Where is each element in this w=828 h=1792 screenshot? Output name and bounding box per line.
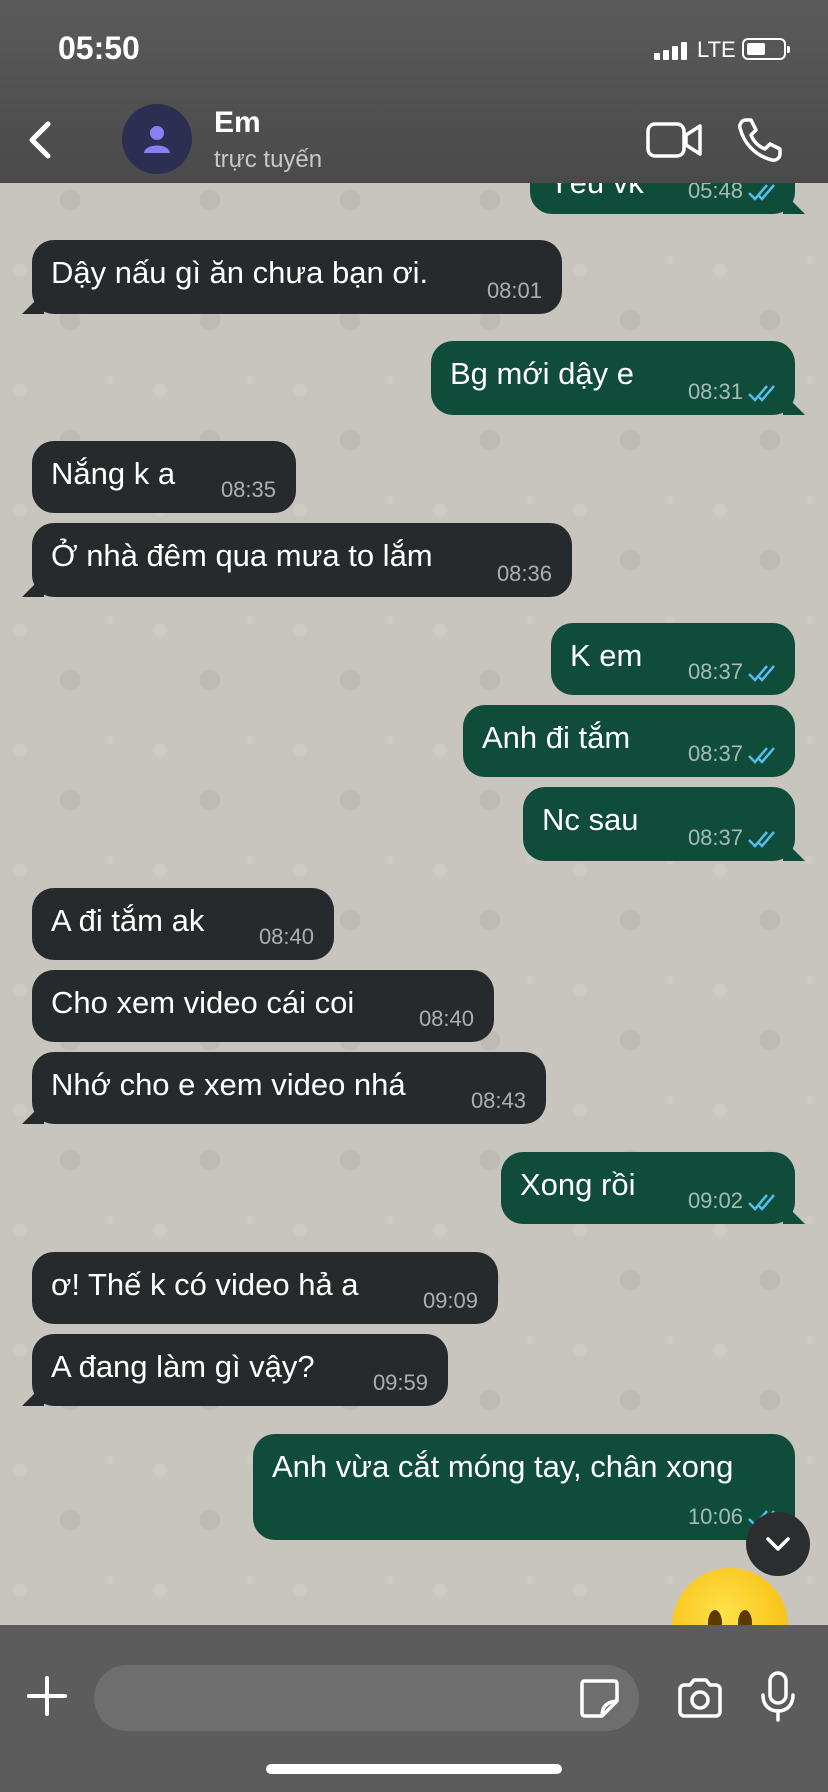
message-time: 08:37	[687, 659, 743, 684]
message-outgoing[interactable]: Bg mới dậy e 08:31	[431, 341, 805, 415]
message-incoming[interactable]: Nắng k a 08:35	[32, 441, 296, 513]
battery-icon	[742, 38, 790, 60]
chat-header: 05:50 LTE Em trực tuyến	[0, 0, 828, 183]
sticker-button[interactable]	[578, 1677, 620, 1719]
phone-icon	[738, 118, 782, 162]
back-button[interactable]	[22, 116, 62, 164]
message-incoming[interactable]: Cho xem video cái coi 08:40	[32, 970, 494, 1042]
message-text: Nhớ cho e xem video nhá	[51, 1067, 406, 1102]
message-incoming[interactable]: Dậy nấu gì ăn chưa bạn ơi. 08:01	[22, 240, 562, 314]
message-time: 08:36	[496, 561, 552, 586]
message-text: Nc sau	[542, 802, 639, 837]
status-time: 05:50	[58, 30, 140, 66]
double-check-icon	[748, 747, 775, 764]
message-text: ơ! Thế k có video hả a	[51, 1267, 359, 1302]
message-time: 08:37	[687, 825, 743, 850]
person-icon	[144, 126, 170, 153]
message-incoming[interactable]: ơ! Thế k có video hả a 09:09	[32, 1252, 498, 1324]
message-input[interactable]	[94, 1665, 639, 1731]
message-text: A đang làm gì vậy?	[51, 1349, 315, 1384]
camera-button[interactable]	[676, 1677, 724, 1719]
network-type: LTE	[697, 37, 736, 62]
composer-bar	[0, 1625, 828, 1792]
message-text: Anh vừa cắt móng tay, chân xong	[272, 1449, 734, 1484]
message-time: 09:09	[422, 1288, 478, 1313]
video-camera-icon	[646, 122, 702, 158]
message-time: 08:40	[258, 924, 314, 949]
message-text: Bg mới dậy e	[450, 356, 635, 391]
message-incoming[interactable]: Nhớ cho e xem video nhá 08:43	[22, 1052, 546, 1124]
message-time: 10:06	[687, 1504, 743, 1529]
signal-icon	[654, 42, 687, 60]
message-time: 09:59	[372, 1370, 428, 1395]
message-incoming[interactable]: A đi tắm ak 08:40	[32, 888, 334, 960]
contact-status: trực tuyến	[214, 146, 323, 173]
voice-message-button[interactable]	[760, 1671, 796, 1723]
message-text: K em	[570, 638, 643, 673]
message-time: 09:02	[687, 1188, 743, 1213]
message-outgoing[interactable]: K em 08:37	[551, 623, 795, 695]
message-time: 08:43	[470, 1088, 526, 1113]
home-indicator[interactable]	[266, 1764, 562, 1774]
message-text: Xong rồi	[520, 1167, 636, 1202]
avatar[interactable]	[122, 104, 192, 174]
message-text: Anh đi tắm	[482, 720, 631, 755]
message-outgoing[interactable]: Anh vừa cắt móng tay, chân xong 10:06	[253, 1434, 805, 1540]
sticker-icon	[580, 1679, 619, 1718]
chevron-left-icon	[29, 121, 51, 159]
double-check-icon	[748, 385, 775, 402]
message-time: 08:31	[687, 379, 743, 404]
message-time: 08:40	[418, 1006, 474, 1031]
message-time: 08:01	[486, 278, 542, 303]
double-check-icon	[748, 184, 775, 201]
scroll-to-bottom-button[interactable]	[746, 1512, 810, 1576]
message-time: 08:35	[220, 477, 276, 502]
microphone-icon	[761, 1671, 795, 1722]
attach-button[interactable]	[26, 1675, 68, 1717]
message-text: Dậy nấu gì ăn chưa bạn ơi.	[51, 255, 429, 290]
double-check-icon	[748, 831, 775, 848]
double-check-icon	[748, 1194, 775, 1211]
contact-name[interactable]: Em	[214, 106, 261, 140]
message-outgoing[interactable]: Anh đi tắm 08:37	[463, 705, 795, 777]
message-outgoing[interactable]: Nc sau 08:37	[523, 787, 805, 861]
message-text: Ở nhà đêm qua mưa to lắm	[51, 538, 433, 573]
voice-call-button[interactable]	[736, 116, 784, 164]
message-text: Cho xem video cái coi	[51, 985, 355, 1020]
message-outgoing[interactable]: Xong rồi 09:02	[501, 1152, 805, 1224]
message-incoming[interactable]: Ở nhà đêm qua mưa to lắm 08:36	[22, 523, 572, 597]
chevron-down-icon	[766, 1537, 790, 1551]
double-check-icon	[748, 665, 775, 682]
message-text: Nắng k a	[51, 456, 176, 491]
message-incoming[interactable]: A đang làm gì vậy? 09:59	[22, 1334, 448, 1406]
message-text: A đi tắm ak	[51, 903, 205, 938]
camera-icon	[678, 1678, 722, 1718]
video-call-button[interactable]	[645, 118, 703, 162]
plus-icon	[27, 1676, 67, 1716]
message-time: 08:37	[687, 741, 743, 766]
